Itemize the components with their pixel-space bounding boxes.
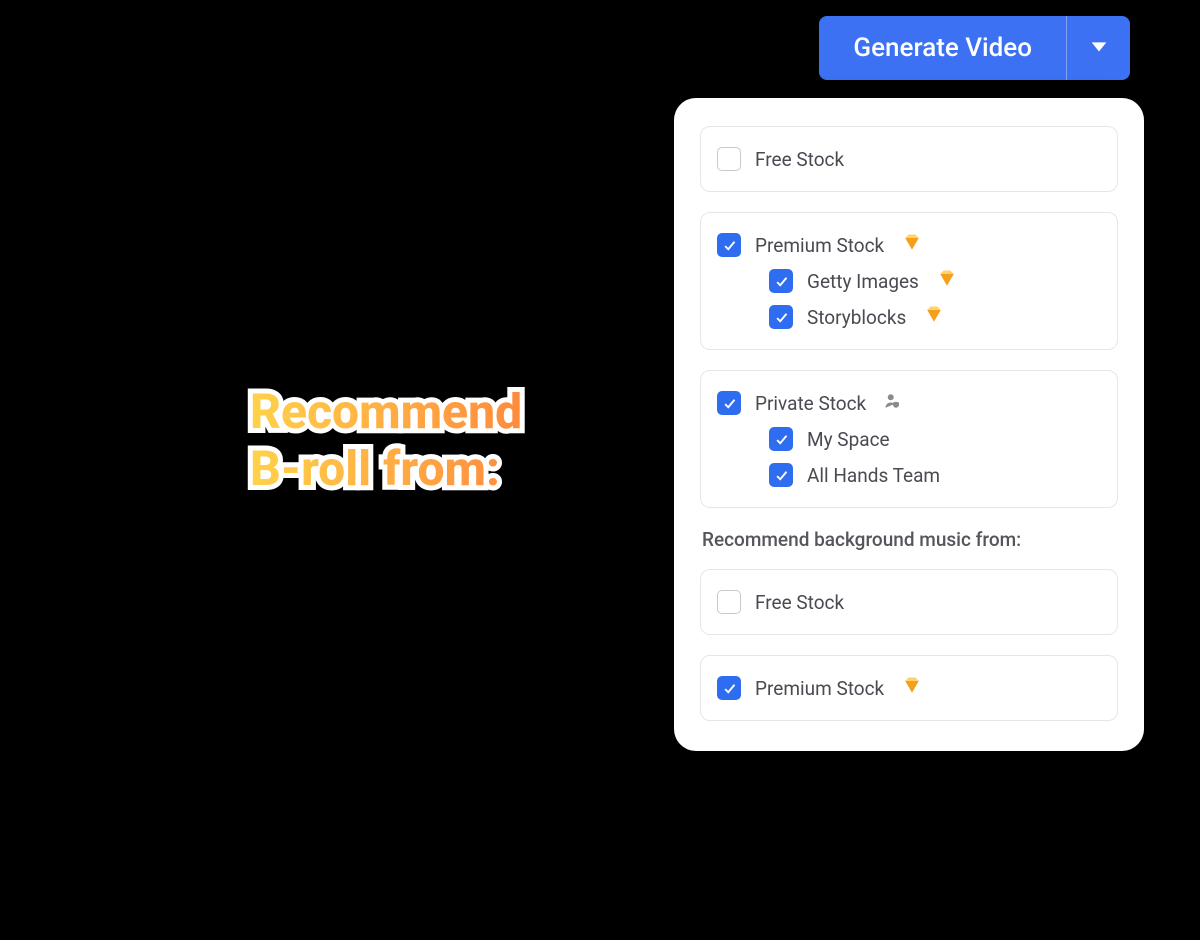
headline: Recommend B-roll from: Recommend B-roll … bbox=[250, 384, 522, 497]
diamond-icon bbox=[898, 233, 922, 257]
label-storyblocks: Storyblocks bbox=[807, 306, 906, 329]
label-music-free: Free Stock bbox=[755, 591, 844, 614]
generate-video-dropdown-toggle[interactable] bbox=[1066, 16, 1130, 80]
diamond-icon bbox=[920, 305, 944, 329]
checkbox-private-stock[interactable] bbox=[717, 391, 741, 415]
broll-storyblocks-row[interactable]: Storyblocks bbox=[717, 299, 1101, 335]
checkbox-premium-stock[interactable] bbox=[717, 233, 741, 257]
headline-line-1: Recommend bbox=[250, 383, 522, 440]
broll-premium-stock-row[interactable]: Premium Stock bbox=[717, 227, 1101, 263]
music-section-title: Recommend background music from: bbox=[702, 528, 1116, 551]
checkbox-allhands[interactable] bbox=[769, 463, 793, 487]
broll-myspace-row[interactable]: My Space bbox=[717, 421, 1101, 457]
checkbox-storyblocks[interactable] bbox=[769, 305, 793, 329]
label-free-stock: Free Stock bbox=[755, 148, 844, 171]
generate-video-split-button: Generate Video bbox=[819, 16, 1130, 80]
options-panel: Free Stock Premium Stock Getty Images bbox=[674, 98, 1144, 751]
generate-video-button[interactable]: Generate Video bbox=[819, 16, 1066, 80]
music-premium-stock-group: Premium Stock bbox=[700, 655, 1118, 721]
person-shield-icon bbox=[880, 392, 902, 414]
label-premium-stock: Premium Stock bbox=[755, 234, 884, 257]
broll-private-stock-group: Private Stock My Space All Hands Team bbox=[700, 370, 1118, 508]
label-music-premium: Premium Stock bbox=[755, 677, 884, 700]
checkbox-free-stock[interactable] bbox=[717, 147, 741, 171]
checkbox-music-free[interactable] bbox=[717, 590, 741, 614]
broll-premium-stock-group: Premium Stock Getty Images Storyblocks bbox=[700, 212, 1118, 350]
label-allhands: All Hands Team bbox=[807, 464, 940, 487]
label-getty: Getty Images bbox=[807, 270, 919, 293]
checkbox-myspace[interactable] bbox=[769, 427, 793, 451]
broll-getty-row[interactable]: Getty Images bbox=[717, 263, 1101, 299]
checkbox-getty[interactable] bbox=[769, 269, 793, 293]
music-free-stock-group: Free Stock bbox=[700, 569, 1118, 635]
broll-free-stock-row[interactable]: Free Stock bbox=[717, 141, 1101, 177]
label-private-stock: Private Stock bbox=[755, 392, 866, 415]
music-premium-stock-row[interactable]: Premium Stock bbox=[717, 670, 1101, 706]
broll-free-stock-group: Free Stock bbox=[700, 126, 1118, 192]
headline-line-2: B-roll from: bbox=[250, 440, 500, 497]
label-myspace: My Space bbox=[807, 428, 890, 451]
checkbox-music-premium[interactable] bbox=[717, 676, 741, 700]
broll-allhands-row[interactable]: All Hands Team bbox=[717, 457, 1101, 493]
diamond-icon bbox=[933, 269, 957, 293]
caret-down-icon bbox=[1088, 35, 1110, 61]
music-free-stock-row[interactable]: Free Stock bbox=[717, 584, 1101, 620]
broll-private-stock-row[interactable]: Private Stock bbox=[717, 385, 1101, 421]
diamond-icon bbox=[898, 676, 922, 700]
